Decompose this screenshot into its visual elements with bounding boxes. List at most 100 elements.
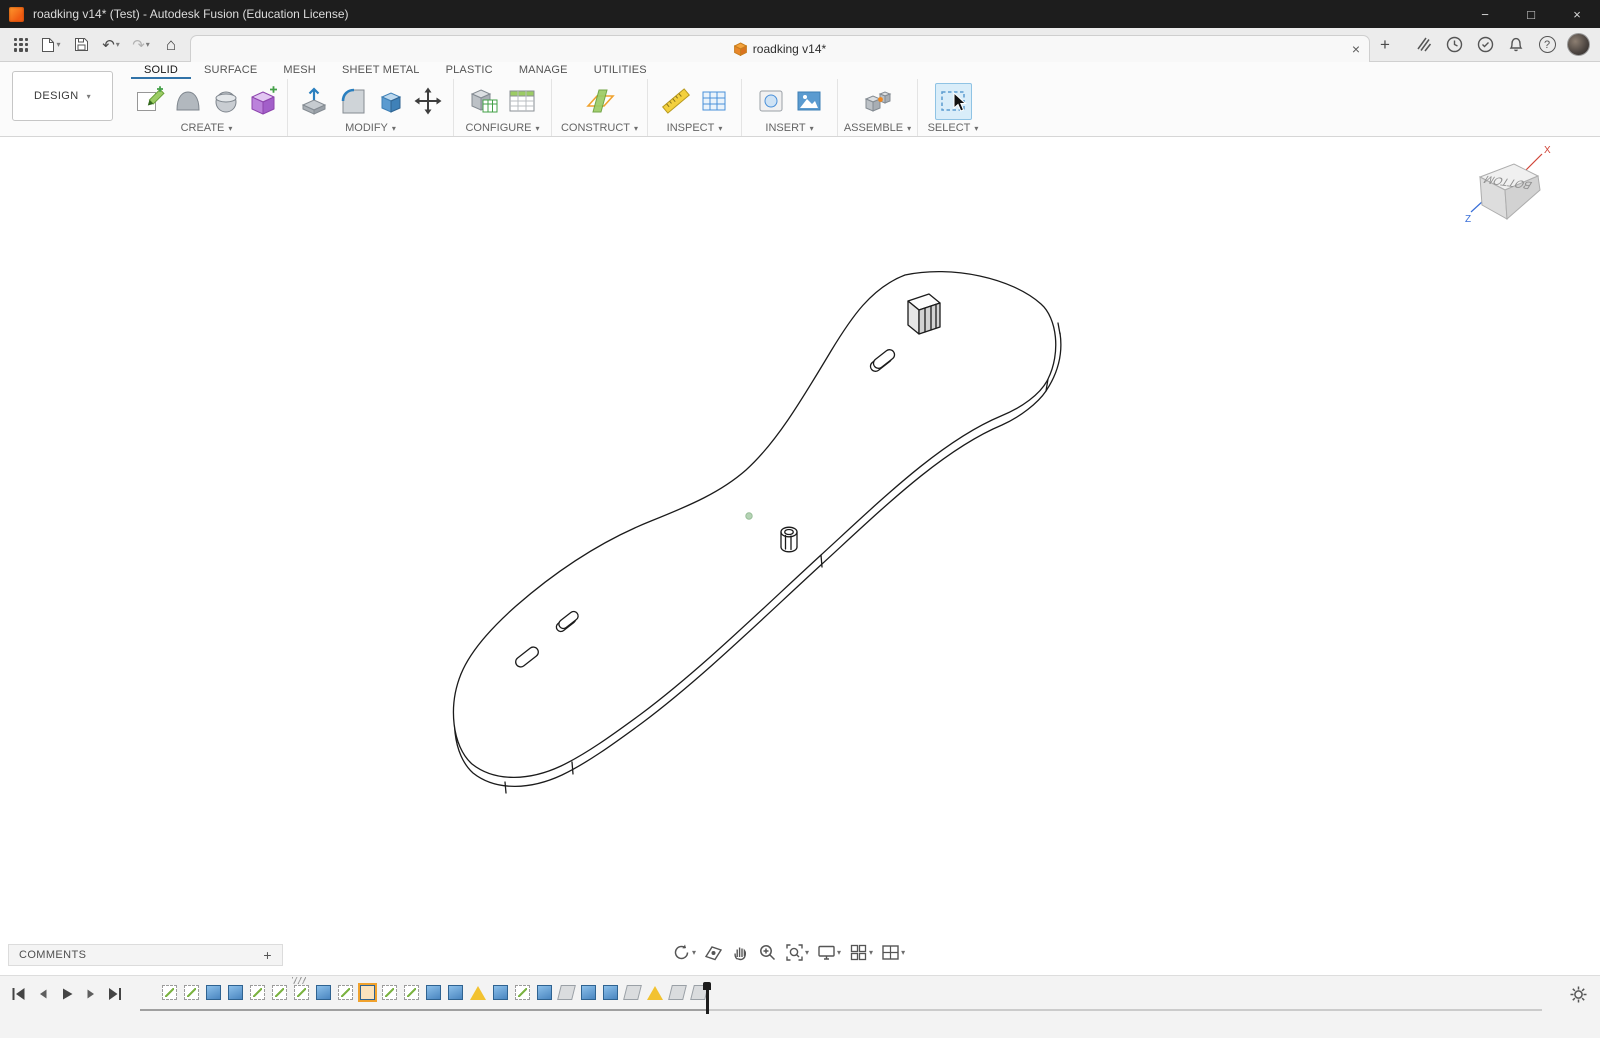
timeline-marker[interactable] (702, 982, 712, 1014)
mouse-cursor (953, 92, 969, 118)
fit-button[interactable]: ▾ (781, 939, 813, 965)
sync-status-button[interactable] (1474, 34, 1496, 56)
undo-button[interactable]: ↶ ▾ (99, 32, 123, 58)
notifications-button[interactable] (1505, 34, 1527, 56)
group-select-dropdown[interactable]: SELECT▾ (928, 122, 979, 134)
combine-button[interactable] (371, 83, 408, 120)
timeline-feature-warning-icon[interactable] (470, 986, 486, 1000)
group-create-dropdown[interactable]: CREATE▾ (181, 122, 233, 134)
timeline-feature-plane-icon[interactable] (623, 985, 642, 1000)
help-button[interactable]: ? (1536, 34, 1558, 56)
document-tab[interactable]: roadking v14* × (190, 35, 1370, 62)
group-configure-dropdown[interactable]: CONFIGURE▾ (465, 122, 539, 134)
configuration-table-button[interactable] (503, 83, 540, 120)
look-at-button[interactable] (700, 939, 727, 965)
create-primitive-button[interactable] (245, 83, 282, 120)
tab-plastic[interactable]: PLASTIC (433, 62, 506, 79)
timeline-feature-sketch-icon[interactable] (162, 985, 177, 1000)
group-assemble-dropdown[interactable]: ASSEMBLE▾ (844, 122, 911, 134)
timeline-feature-box-icon[interactable] (206, 985, 221, 1000)
viewport-canvas[interactable] (0, 137, 1600, 975)
step-back-button[interactable] (32, 984, 53, 1003)
comments-bar[interactable]: COMMENTS + (8, 944, 283, 966)
extensions-button[interactable] (1412, 34, 1434, 56)
play-button[interactable] (56, 984, 77, 1003)
move-copy-button[interactable] (409, 83, 446, 120)
add-comment-button[interactable]: + (263, 947, 272, 963)
group-inspect-dropdown[interactable]: INSPECT▾ (667, 122, 723, 134)
create-sketch-button[interactable] (131, 83, 168, 120)
maximize-button[interactable]: □ (1508, 0, 1554, 28)
timeline-feature-box-icon[interactable] (448, 985, 463, 1000)
timeline-feature-sketch-icon[interactable] (294, 985, 309, 1000)
revolve-icon (211, 86, 241, 116)
preferences-button[interactable] (1569, 985, 1588, 1009)
job-status-button[interactable] (1443, 34, 1465, 56)
group-construct-dropdown[interactable]: CONSTRUCT▾ (561, 122, 638, 134)
grid-settings-button[interactable]: ▾ (845, 939, 877, 965)
timeline-feature-plane-icon[interactable] (557, 985, 576, 1000)
tab-surface[interactable]: SURFACE (191, 62, 270, 79)
create-form-button[interactable] (169, 83, 206, 120)
timeline-feature-sketch-icon[interactable] (338, 985, 353, 1000)
app-launcher-button[interactable] (9, 32, 33, 58)
orbit-button[interactable]: ▾ (668, 939, 700, 965)
user-avatar[interactable] (1567, 33, 1590, 56)
group-insert-dropdown[interactable]: INSERT▾ (765, 122, 813, 134)
assemble-joint-button[interactable] (859, 83, 896, 120)
tab-sheet-metal[interactable]: SHEET METAL (329, 62, 433, 79)
configure-button[interactable] (465, 83, 502, 120)
create-revolve-button[interactable] (207, 83, 244, 120)
pan-button[interactable] (727, 939, 754, 965)
timeline-feature-box-icon[interactable] (316, 985, 331, 1000)
save-button[interactable] (69, 32, 93, 58)
measure-button[interactable] (657, 83, 694, 120)
step-forward-button[interactable] (80, 984, 101, 1003)
fillet-button[interactable] (333, 83, 370, 120)
home-tab-button[interactable]: ⌂ (159, 32, 183, 58)
go-to-end-button[interactable] (104, 984, 125, 1003)
timeline-feature-sketch-icon[interactable] (272, 985, 287, 1000)
document-tab-close-icon[interactable]: × (1352, 40, 1360, 58)
timeline-feature-sketch-icon[interactable] (382, 985, 397, 1000)
press-pull-button[interactable] (295, 83, 332, 120)
view-cube[interactable]: X Z BOTTOM (1462, 142, 1554, 239)
cube-faces[interactable] (1480, 164, 1540, 219)
group-modify-dropdown[interactable]: MODIFY▾ (345, 122, 396, 134)
zoom-button[interactable] (754, 939, 781, 965)
construct-plane-button[interactable] (581, 83, 618, 120)
insert-decal-button[interactable] (752, 83, 789, 120)
timeline-feature-box-icon[interactable] (426, 985, 441, 1000)
timeline-feature-box-icon[interactable] (228, 985, 243, 1000)
timeline-feature-box-icon[interactable] (603, 985, 618, 1000)
workspace-selector[interactable]: DESIGN ▾ (12, 71, 113, 121)
timeline-feature-box-icon[interactable] (581, 985, 596, 1000)
timeline-feature-sketch-icon[interactable] (184, 985, 199, 1000)
minimize-button[interactable]: − (1462, 0, 1508, 28)
timeline-feature-box-icon[interactable] (537, 985, 552, 1000)
timeline-track-elapsed[interactable] (140, 1009, 707, 1011)
tab-utilities[interactable]: UTILITIES (581, 62, 660, 79)
timeline-feature-box-icon[interactable] (493, 985, 508, 1000)
viewports-button[interactable]: ▾ (877, 939, 909, 965)
section-analysis-button[interactable] (695, 83, 732, 120)
new-tab-button[interactable]: + (1370, 31, 1400, 58)
timeline-playback-controls (8, 984, 125, 1003)
close-button[interactable]: × (1554, 0, 1600, 28)
redo-button[interactable]: ↷ ▾ (129, 32, 153, 58)
timeline-track-remaining[interactable] (707, 1009, 1542, 1011)
timeline-feature-sketch-icon[interactable] (250, 985, 265, 1000)
timeline-feature-box-icon[interactable] (360, 985, 375, 1000)
tab-manage[interactable]: MANAGE (506, 62, 581, 79)
file-menu-button[interactable]: ▾ (39, 32, 63, 58)
tab-solid[interactable]: SOLID (131, 62, 191, 79)
timeline-feature-warning-icon[interactable] (647, 986, 663, 1000)
insert-canvas-button[interactable] (790, 83, 827, 120)
timeline-feature-sketch-icon[interactable] (404, 985, 419, 1000)
tab-mesh[interactable]: MESH (270, 62, 329, 79)
origin-point[interactable] (746, 513, 752, 519)
timeline-feature-plane-icon[interactable] (668, 985, 687, 1000)
go-to-start-button[interactable] (8, 984, 29, 1003)
timeline-feature-sketch-icon[interactable] (515, 985, 530, 1000)
display-settings-button[interactable]: ▾ (813, 939, 845, 965)
